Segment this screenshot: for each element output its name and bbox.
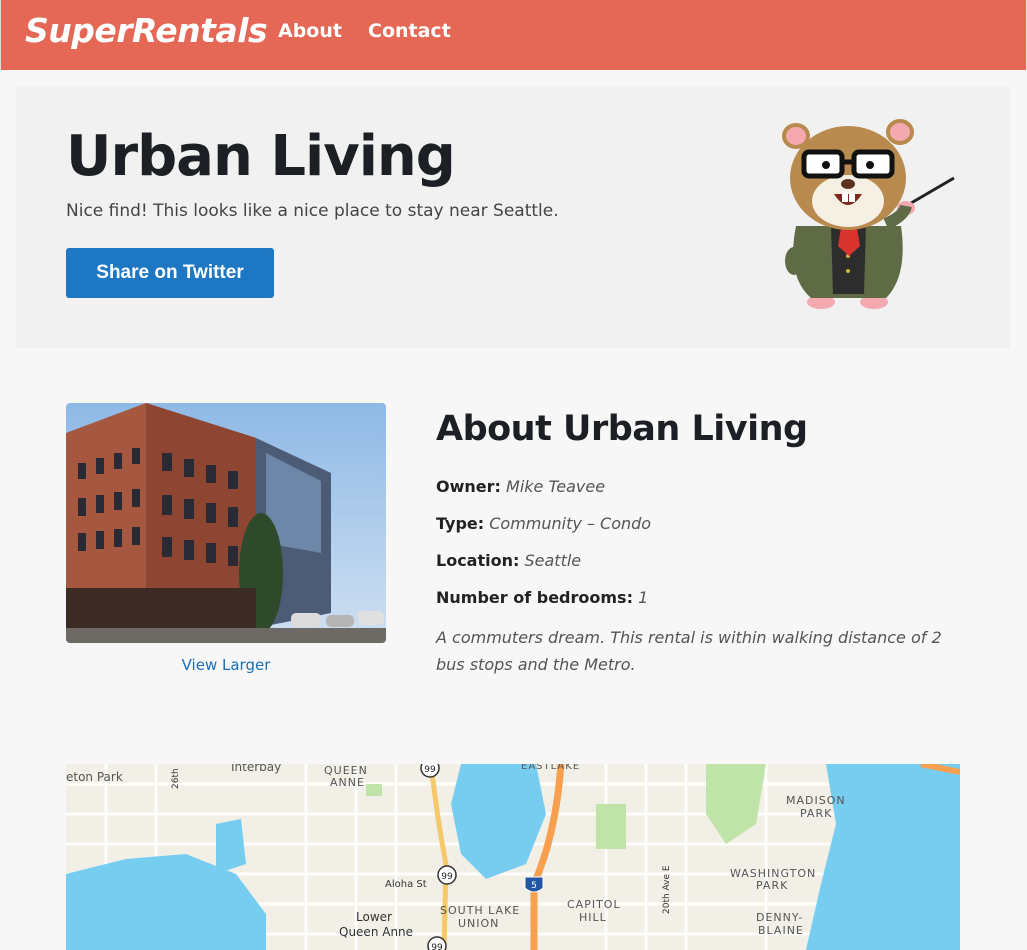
bedrooms-row: Number of bedrooms: 1 [436,588,648,607]
map-label: DENNY- [756,911,803,924]
bedrooms-value: 1 [638,588,649,607]
rental-description: A commuters dream. This rental is within… [436,628,942,674]
page-title: Urban Living [66,124,456,189]
location-label: Location: [436,551,520,570]
highway-99-shield: 99 [427,936,447,950]
location-map[interactable]: 99 99 5 99 eton Park Interbay QUEEN ANNE… [66,764,960,950]
nav-link-about[interactable]: About [278,20,342,42]
map-label: UNION [458,917,499,930]
map-label: PARK [756,879,788,892]
owner-label: Owner: [436,477,501,496]
bedrooms-label: Number of bedrooms: [436,588,633,607]
highway-99-shield: 99 [437,865,457,885]
navbar: SuperRentals About Contact [0,0,1027,70]
brand-logo[interactable]: SuperRentals [25,11,268,50]
map-label: HILL [579,911,607,924]
map-label: ANNE [330,776,365,789]
map-label: 20th Ave E [662,865,672,914]
rental-heading: About Urban Living [436,409,808,449]
type-value: Community – Condo [489,514,652,533]
owner-value: Mike Teavee [506,477,606,496]
map-label: MADISON [786,794,846,807]
map-label: BLAINE [758,924,804,937]
map-label: CAPITOL [567,898,621,911]
interstate-5-shield: 5 [524,876,544,893]
map-label: Aloha St [385,879,427,890]
share-on-twitter-button[interactable]: Share on Twitter [66,248,274,298]
location-row: Location: Seattle [436,551,581,570]
rental-building-image[interactable] [66,403,386,643]
nav-link-contact[interactable]: Contact [368,20,451,42]
map-label: EASTLAKE [521,764,580,772]
location-value: Seattle [524,551,582,570]
map-label: PARK [800,807,832,820]
view-larger-link[interactable]: View Larger [66,656,386,674]
tomster-mascot-image [782,119,955,309]
highway-99-shield: 99 [420,764,440,778]
map-label: eton Park [66,770,123,784]
owner-row: Owner: Mike Teavee [436,477,605,496]
svg-text:99: 99 [441,872,453,882]
type-label: Type: [436,514,485,533]
type-row: Type: Community – Condo [436,514,651,533]
svg-text:99: 99 [431,943,443,950]
jumbotron: Urban Living Nice find! This looks like … [16,86,1010,348]
svg-text:5: 5 [531,881,537,891]
map-label: 26th [171,768,181,789]
map-label: SOUTH LAKE [440,904,520,917]
map-label: Queen Anne [339,925,413,939]
map-label: Lower [356,910,392,924]
svg-text:99: 99 [424,765,436,775]
map-canvas: 99 99 5 99 eton Park Interbay QUEEN ANNE… [66,764,960,950]
map-label: Interbay [231,764,281,774]
page-subtitle: Nice find! This looks like a nice place … [66,201,559,221]
